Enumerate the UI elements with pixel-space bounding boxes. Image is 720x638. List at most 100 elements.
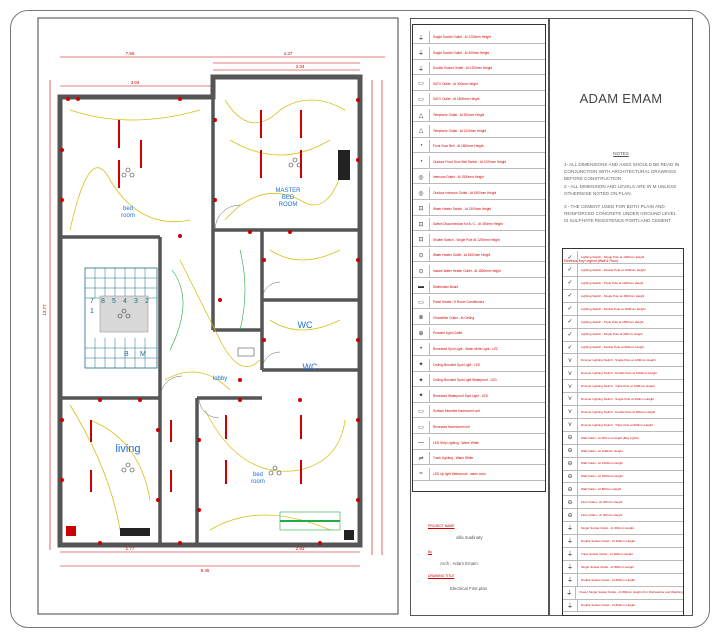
- legend-row: ⊖ Wall Outlet - At 800mm Height: [563, 483, 683, 497]
- legend-row: ⏚ Double Socket Outlet - At 300mm Height: [563, 534, 683, 548]
- legend-text: Ceiling Mounted Spot Light Waterproof - …: [433, 378, 497, 383]
- dim-left-total: 13.77: [42, 304, 47, 316]
- legend-symbol-icon: ⏚: [563, 560, 578, 573]
- legend-symbol-icon: ⋎: [563, 418, 578, 431]
- legend-row: ⋎ Dimmer Lighting Switch - Double Pole at…: [563, 367, 683, 381]
- legend-text: LED Up light Waterproof - warm color: [433, 471, 486, 476]
- legend-row: ✓ Lighting Switch - Triple Pole at 1500mm…: [563, 315, 683, 329]
- legend-text: Lighting Switch - Single Pole at 1200mm …: [581, 255, 645, 260]
- legend-text: Dimmer Lighting Switch - Single Pole at …: [581, 358, 656, 363]
- legend-symbol-icon: ⋎: [563, 367, 578, 380]
- legend-row: ▭ SATV Outlet - At 1800mm Height: [413, 93, 545, 107]
- legend-row: ⊗ Chandelier Outlet - At Ceiling: [413, 311, 545, 325]
- stair-number: 8: [101, 298, 105, 305]
- legend-symbol-icon: ✦: [413, 374, 430, 387]
- legend-row: ✦ Ceiling Mounted Spot Light Waterproof -…: [413, 374, 545, 388]
- legend-row: ⊙ Water Heater Outlet - At 1800mm Height: [413, 249, 545, 263]
- legend-symbol-icon: ▭: [413, 421, 430, 434]
- note-item: 1- ALL DIMENSIONS AND AXES SHOULD BE REA…: [564, 162, 680, 181]
- legend-text: Wall Outlet - At 1800mm Height: [581, 474, 623, 479]
- legend-symbol-icon: ⋎: [563, 380, 578, 393]
- stair-number: B: [124, 351, 129, 358]
- legend-row: ⊖ Floor Outlet - At 300mm Height: [563, 509, 683, 523]
- legend-text: Single Socket Outlet - At 300mm Height: [581, 525, 634, 530]
- legend-symbol-icon: ⊖: [563, 496, 578, 509]
- legend-row: ✓ Lighting Switch - Single Pole at 1200mm…: [563, 251, 683, 265]
- legend-symbol-icon: —: [413, 436, 430, 449]
- legend-row: ⏚ Double Socket Outlet - At 1200mm Height: [413, 62, 545, 76]
- legend-row: ⇌ Track Lighting - Warm White: [413, 452, 545, 466]
- legend-row: ✓ Lighting Switch - Double Pole at 900mm …: [563, 341, 683, 355]
- legend-text: Single Socket Outlet - At 1200mm Height: [433, 35, 491, 40]
- legend-symbol-icon: ⋎: [563, 405, 578, 418]
- legend-row: ⏚ Single Socket Outlet - At 1200mm Height: [413, 31, 545, 45]
- legend-text: Track Lighting - Warm White: [433, 456, 474, 461]
- legend-text: Lighting Switch - Double Pole at 1500mm …: [581, 306, 646, 311]
- legend-row: ⋎ Dimmer Lighting Switch - Triple Pole at…: [563, 418, 683, 432]
- stair-number: M: [140, 351, 146, 358]
- legend-symbol-icon: ⏚: [413, 62, 430, 75]
- architect: Arch : Adam Emam: [440, 561, 478, 566]
- legend-row: ⋎ Dimmer Lighting Switch - Triple Pole at…: [563, 380, 683, 394]
- by-label: By: [428, 550, 432, 554]
- legend-text: Panel Heater / 6 Room Conditioners: [433, 300, 485, 305]
- author-name: ADAM EMAM: [579, 91, 663, 106]
- legend-row: ▬ Distribution Board: [413, 280, 545, 294]
- legend-symbol-icon: ◎: [413, 187, 430, 200]
- legend-symbol-icon: ⇌: [413, 452, 430, 465]
- legend-symbol-icon: ⏚: [563, 586, 577, 599]
- legend-row: ⋎ Dimmer Lighting Switch - Single Pole at…: [563, 392, 683, 407]
- legend-text: Lighting Switch - Triple Pole at 1200mm …: [581, 280, 644, 285]
- legend-text: Dimmer Lighting Switch - Double Pole at …: [581, 409, 656, 414]
- legend-symbol-icon: ⊡: [413, 202, 430, 215]
- stair-number: 7: [90, 298, 94, 305]
- stair-number: 2: [145, 298, 149, 305]
- legend-symbol-icon: ✓: [563, 341, 578, 354]
- legend-text: SATV Outlet - At 300mm Height: [433, 81, 478, 86]
- legend-row: ⋎ Dimmer Lighting Switch - Double Pole at…: [563, 405, 683, 419]
- legend-row: ✓ Lighting Switch - Double Pole at 1200mm…: [563, 263, 683, 278]
- legend-symbol-icon: ⏚: [563, 547, 578, 560]
- legend-text: Wall Outlet - At 300 mm Height (Bay Ligh…: [581, 435, 639, 440]
- legend-text: Lighting Switch - Triple Pole at 1500mm …: [581, 319, 644, 324]
- legend-left: ⏚ Single Socket Outlet - At 1200mm Height…: [412, 24, 546, 492]
- legend-symbol-icon: ⋎: [563, 354, 578, 367]
- legend-row: ✓ Lighting Switch - Single Pole at 1500mm…: [563, 289, 683, 303]
- drawing-title-label: DRAWING TITLE: [428, 574, 455, 578]
- legend-row: ⏚ Single Socket Outlet - At 800mm Height: [563, 560, 683, 574]
- legend-row: △ Telephone Outlet - At 300mm Height: [413, 109, 545, 123]
- legend-text: Telephone Outlet - At 1200mm Height: [433, 128, 487, 133]
- legend-text: Double Socket Outlet - At 1200mm Height: [433, 66, 493, 71]
- legend-symbol-icon: ▬: [413, 280, 430, 293]
- dim-bottom-b: 2.93: [296, 546, 305, 551]
- legend-row: ⏚ Double Socket Outlet - At 800mm Height: [563, 599, 683, 613]
- dim-bottom-total: 8.45: [201, 568, 210, 573]
- legend-symbol-icon: ⏚: [563, 573, 578, 586]
- legend-text: Ceiling Mounted Spot Light - LED: [433, 362, 481, 367]
- legend-symbol-icon: ✓: [563, 302, 578, 315]
- legend-row: ⋎ Dimmer Lighting Switch - Single Pole at…: [563, 354, 683, 368]
- notes-title: NOTES: [613, 151, 629, 156]
- legend-text: Outdoor Intercom Outlet - At 1500mm Heig…: [433, 191, 497, 196]
- legend-row: ⊡ Switch Disconnection for A / C - At 300…: [413, 218, 545, 232]
- legend-text: Lighting Switch - Single Pole at 900mm H…: [581, 332, 643, 337]
- legend-row: ⊙ Instant Water Heater Outlet - At 1800mm…: [413, 265, 545, 279]
- legend-symbol-icon: ⊖: [563, 431, 578, 444]
- legend-text: Power Single Socket Outlet - At 800mm He…: [579, 590, 683, 595]
- legend-text: Lighting Switch - Single Pole at 1500mm …: [581, 293, 645, 298]
- legend-symbol-icon: ⏚: [413, 31, 430, 44]
- legend-text: Triple Socket Outlet - At 300mm Height: [581, 551, 633, 556]
- legend-row: ⊡ Shutter Switch - Single Pole At 1200mm …: [413, 233, 545, 247]
- legend-text: Double Socket Outlet - At 800mm Height: [581, 603, 636, 608]
- legend-text: Single Socket Outlet - At 800mm Height: [581, 564, 634, 569]
- room-label-wc1: WC: [298, 320, 313, 330]
- legend-text: Dimmer Lighting Switch - Double Pole at …: [581, 371, 657, 376]
- legend-row: ⏚ Triple Socket Outlet - At 300mm Height: [563, 547, 683, 561]
- legend-symbol-icon: ✓: [563, 276, 578, 289]
- legend-text: Switch Disconnection for A / C - At 300m…: [433, 222, 503, 227]
- legend-text: Instant Water Heater Outlet - At 1800mm …: [433, 269, 501, 274]
- legend-text: Wall Outlet - At 800mm Height: [581, 487, 622, 492]
- legend-symbol-icon: ⊡: [413, 233, 430, 246]
- legend-row: ⊖ Wall Outlet - At 300 mm Height (Bay Lig…: [563, 431, 683, 445]
- legend-text: Shutter Switch - Single Pole At 1200mm H…: [433, 237, 500, 242]
